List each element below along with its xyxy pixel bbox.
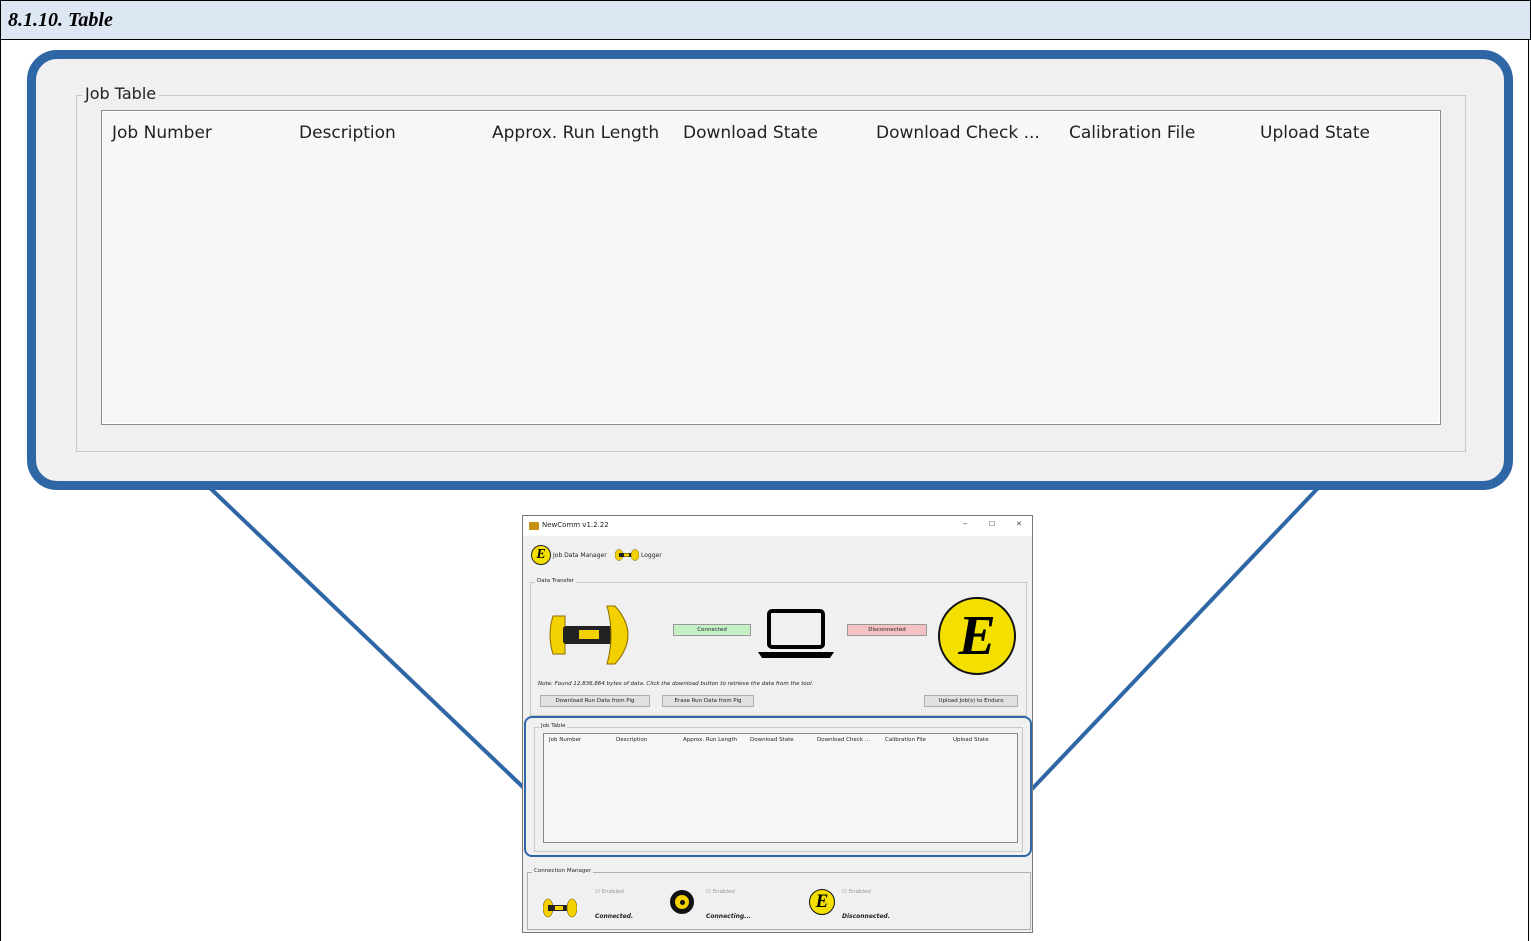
title-bar: NewComm v1.2.22 – ☐ ✕ <box>523 516 1032 536</box>
laptop-icon <box>758 609 834 658</box>
tab-label: Job Data Manager <box>553 551 607 559</box>
pig-connection-state: Connected. <box>595 913 634 920</box>
download-run-data-button[interactable]: Download Run Data from Pig <box>540 695 650 707</box>
enduro-e-icon: E <box>531 545 551 565</box>
pig-tool-icon <box>549 605 629 665</box>
zoom-col-download-check[interactable]: Download Check ... <box>876 123 1040 143</box>
section-heading: 8.1.10. Table <box>0 0 1531 40</box>
connection-manager-label: Connection Manager <box>532 868 593 874</box>
enduro-status-badge: Disconnected <box>847 624 927 636</box>
zoom-col-description[interactable]: Description <box>299 123 396 143</box>
zoom-callout: Job Table Job Number Description Approx.… <box>27 50 1513 490</box>
enduro-enabled-checkbox[interactable]: ☑ Enabled <box>842 889 871 895</box>
connection-manager-group: Connection Manager <box>527 868 1031 930</box>
close-button[interactable]: ✕ <box>1016 520 1022 528</box>
app-icon <box>529 522 539 530</box>
receiver-enabled-checkbox[interactable]: ☑ Enabled <box>706 889 735 895</box>
data-transfer-label: Data Transfer <box>535 578 576 584</box>
upload-jobs-button[interactable]: Upload Job(s) to Enduro <box>924 695 1018 707</box>
zoom-col-job-number[interactable]: Job Number <box>112 123 212 143</box>
zoom-job-table[interactable]: Job Number Description Approx. Run Lengt… <box>101 110 1441 425</box>
zoom-job-table-label: Job Table <box>82 84 160 103</box>
zoom-job-table-group: Job Table Job Number Description Approx.… <box>76 84 1466 452</box>
zoom-col-run-length[interactable]: Approx. Run Length <box>492 123 659 143</box>
zoom-col-download-state[interactable]: Download State <box>683 123 818 143</box>
section-title: 8.1.10. Table <box>8 9 113 31</box>
tab-label: Logger <box>641 551 662 559</box>
minimize-button[interactable]: – <box>963 519 968 529</box>
receiver-connection-state: Connecting... <box>706 913 752 920</box>
enduro-connection-state: Disconnected. <box>842 913 890 920</box>
tab-logger[interactable]: Logger <box>615 544 662 566</box>
pig-enabled-checkbox[interactable]: ☑ Enabled <box>595 889 624 895</box>
tab-bar: E Job Data Manager Logger <box>531 544 1026 566</box>
maximize-button[interactable]: ☐ <box>989 520 995 528</box>
window-title: NewComm v1.2.22 <box>542 521 609 529</box>
data-note: Note: Found 12,836,864 bytes of data. Cl… <box>538 681 814 687</box>
receiver-icon <box>670 890 694 914</box>
zoom-col-calibration-file[interactable]: Calibration File <box>1069 123 1195 143</box>
tab-job-data-manager[interactable]: E Job Data Manager <box>531 544 607 566</box>
pig-status-badge: Connected <box>673 624 751 636</box>
enduro-e-icon: E <box>938 597 1016 675</box>
erase-run-data-button[interactable]: Erase Run Data from Pig <box>662 695 754 707</box>
pig-icon <box>615 549 639 561</box>
zoom-col-upload-state[interactable]: Upload State <box>1260 123 1370 143</box>
pig-icon <box>543 898 577 918</box>
job-table-highlight <box>524 716 1032 857</box>
enduro-e-icon: E <box>809 889 835 915</box>
